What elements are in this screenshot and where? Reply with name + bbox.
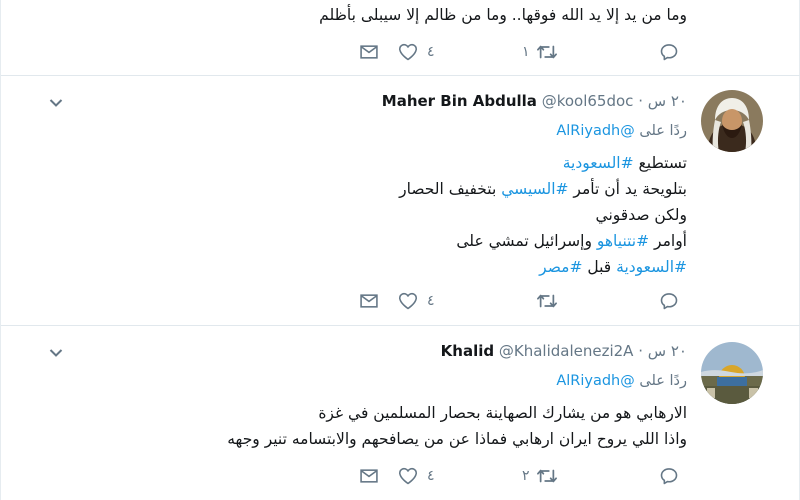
tweet-text: أوامر: [649, 232, 687, 250]
retweet-icon: [537, 45, 557, 59]
retweet-button[interactable]: ١: [522, 40, 558, 64]
tweet-text-line: ولكن صدقوني: [596, 204, 687, 226]
reply-button[interactable]: [659, 464, 679, 488]
tweet-text: بتخفيف الحصار: [399, 180, 502, 198]
tweet-text: بتلويحة يد أن تأمر: [568, 180, 687, 198]
avatar-khalid[interactable]: [701, 342, 763, 404]
reply-icon: [660, 293, 678, 310]
tweet-text: قبل: [582, 258, 617, 276]
tweet-text: وما من يد إلا يد الله فوقها.. وما من ظال…: [319, 6, 687, 24]
tweet-text-line: واذا اللي يروح ايران ارهابي فماذا عن من …: [227, 428, 687, 450]
retweet-icon: [537, 469, 557, 483]
tweet-1[interactable]: Maher Bin Abdulla @kool65doc · ٢٠ س ردًا…: [1, 76, 800, 326]
retweet-button[interactable]: ٢: [522, 464, 558, 488]
hashtag-link[interactable]: #نتنياهو: [597, 232, 649, 250]
username[interactable]: @Khalidalenezi2A: [499, 342, 634, 360]
chevron-down-icon[interactable]: [49, 348, 63, 358]
reply-icon: [660, 468, 678, 485]
hashtag-link[interactable]: #مصر: [539, 258, 582, 276]
like-button[interactable]: ٤: [398, 464, 435, 488]
dm-button[interactable]: [359, 464, 379, 488]
tweet-header: Khalid @Khalidalenezi2A · ٢٠ س: [441, 340, 687, 362]
like-button[interactable]: ٤: [398, 289, 435, 313]
tweet-actions: ١ ٤: [356, 40, 686, 64]
tweet-text: ولكن صدقوني: [595, 206, 687, 224]
separator-dot: ·: [638, 342, 643, 360]
reply-icon: [660, 44, 678, 61]
heart-icon: [398, 292, 418, 310]
tweet-header: Maher Bin Abdulla @kool65doc · ٢٠ س: [382, 90, 687, 112]
like-count: ٤: [427, 293, 435, 309]
reply-label: ردًا على: [639, 373, 687, 389]
retweet-count: ١: [522, 44, 530, 60]
hashtag-link[interactable]: #السيسي: [501, 180, 568, 198]
reply-context: ردًا على @AlRiyadh: [556, 121, 687, 141]
tweet-0[interactable]: وما من يد إلا يد الله فوقها.. وما من ظال…: [1, 0, 800, 76]
reply-mention[interactable]: @AlRiyadh: [556, 373, 634, 389]
retweet-button[interactable]: [536, 289, 558, 313]
envelope-icon: [360, 469, 378, 483]
hashtag-link[interactable]: #السعودية: [563, 154, 634, 172]
dm-button[interactable]: [359, 289, 379, 313]
tweet-text-line: بتلويحة يد أن تأمر #السيسي بتخفيف الحصار: [399, 178, 687, 200]
hashtag-link[interactable]: #السعودية: [616, 258, 687, 276]
retweet-count: ٢: [522, 468, 530, 484]
username[interactable]: @kool65doc: [542, 92, 634, 110]
tweet-2[interactable]: Khalid @Khalidalenezi2A · ٢٠ س ردًا على …: [1, 326, 800, 500]
tweet-text-line: الارهابي هو من يشارك الصهاينة بحصار المس…: [318, 402, 687, 424]
separator-dot: ·: [638, 92, 643, 110]
heart-icon: [398, 43, 418, 61]
reply-button[interactable]: [659, 289, 679, 313]
tweet-text-line: أوامر #نتنياهو وإسرائيل تمشي على: [456, 230, 687, 252]
tweet-text: وإسرائيل تمشي على: [456, 232, 597, 250]
timeline-feed: وما من يد إلا يد الله فوقها.. وما من ظال…: [0, 0, 800, 500]
reply-context: ردًا على @AlRiyadh: [556, 371, 687, 391]
like-button[interactable]: ٤: [398, 40, 435, 64]
avatar-maher[interactable]: [701, 90, 763, 152]
timestamp[interactable]: ٢٠ س: [648, 342, 687, 360]
tweet-text: واذا اللي يروح ايران ارهابي فماذا عن من …: [227, 430, 687, 448]
reply-button[interactable]: [659, 40, 688, 64]
retweet-icon: [537, 294, 557, 308]
envelope-icon: [360, 45, 378, 59]
tweet-text-line: تستطيع #السعودية: [563, 152, 687, 174]
tweet-text-line: وما من يد إلا يد الله فوقها.. وما من ظال…: [319, 4, 687, 26]
display-name[interactable]: Khalid: [441, 342, 494, 360]
reply-mention[interactable]: @AlRiyadh: [556, 123, 634, 139]
reply-label: ردًا على: [639, 123, 687, 139]
envelope-icon: [360, 294, 378, 308]
display-name[interactable]: Maher Bin Abdulla: [382, 92, 537, 110]
heart-icon: [398, 467, 418, 485]
chevron-down-icon[interactable]: [49, 98, 63, 108]
like-count: ٤: [427, 468, 435, 484]
tweet-text: تستطيع: [633, 154, 687, 172]
timestamp[interactable]: ٢٠ س: [648, 92, 687, 110]
like-count: ٤: [427, 44, 435, 60]
tweet-text: الارهابي هو من يشارك الصهاينة بحصار المس…: [318, 404, 687, 422]
tweet-actions: ٢ ٤: [356, 464, 686, 488]
tweet-actions: ٤: [356, 289, 686, 313]
dm-button[interactable]: [359, 40, 379, 64]
tweet-text-line: #السعودية قبل #مصر: [539, 256, 687, 278]
